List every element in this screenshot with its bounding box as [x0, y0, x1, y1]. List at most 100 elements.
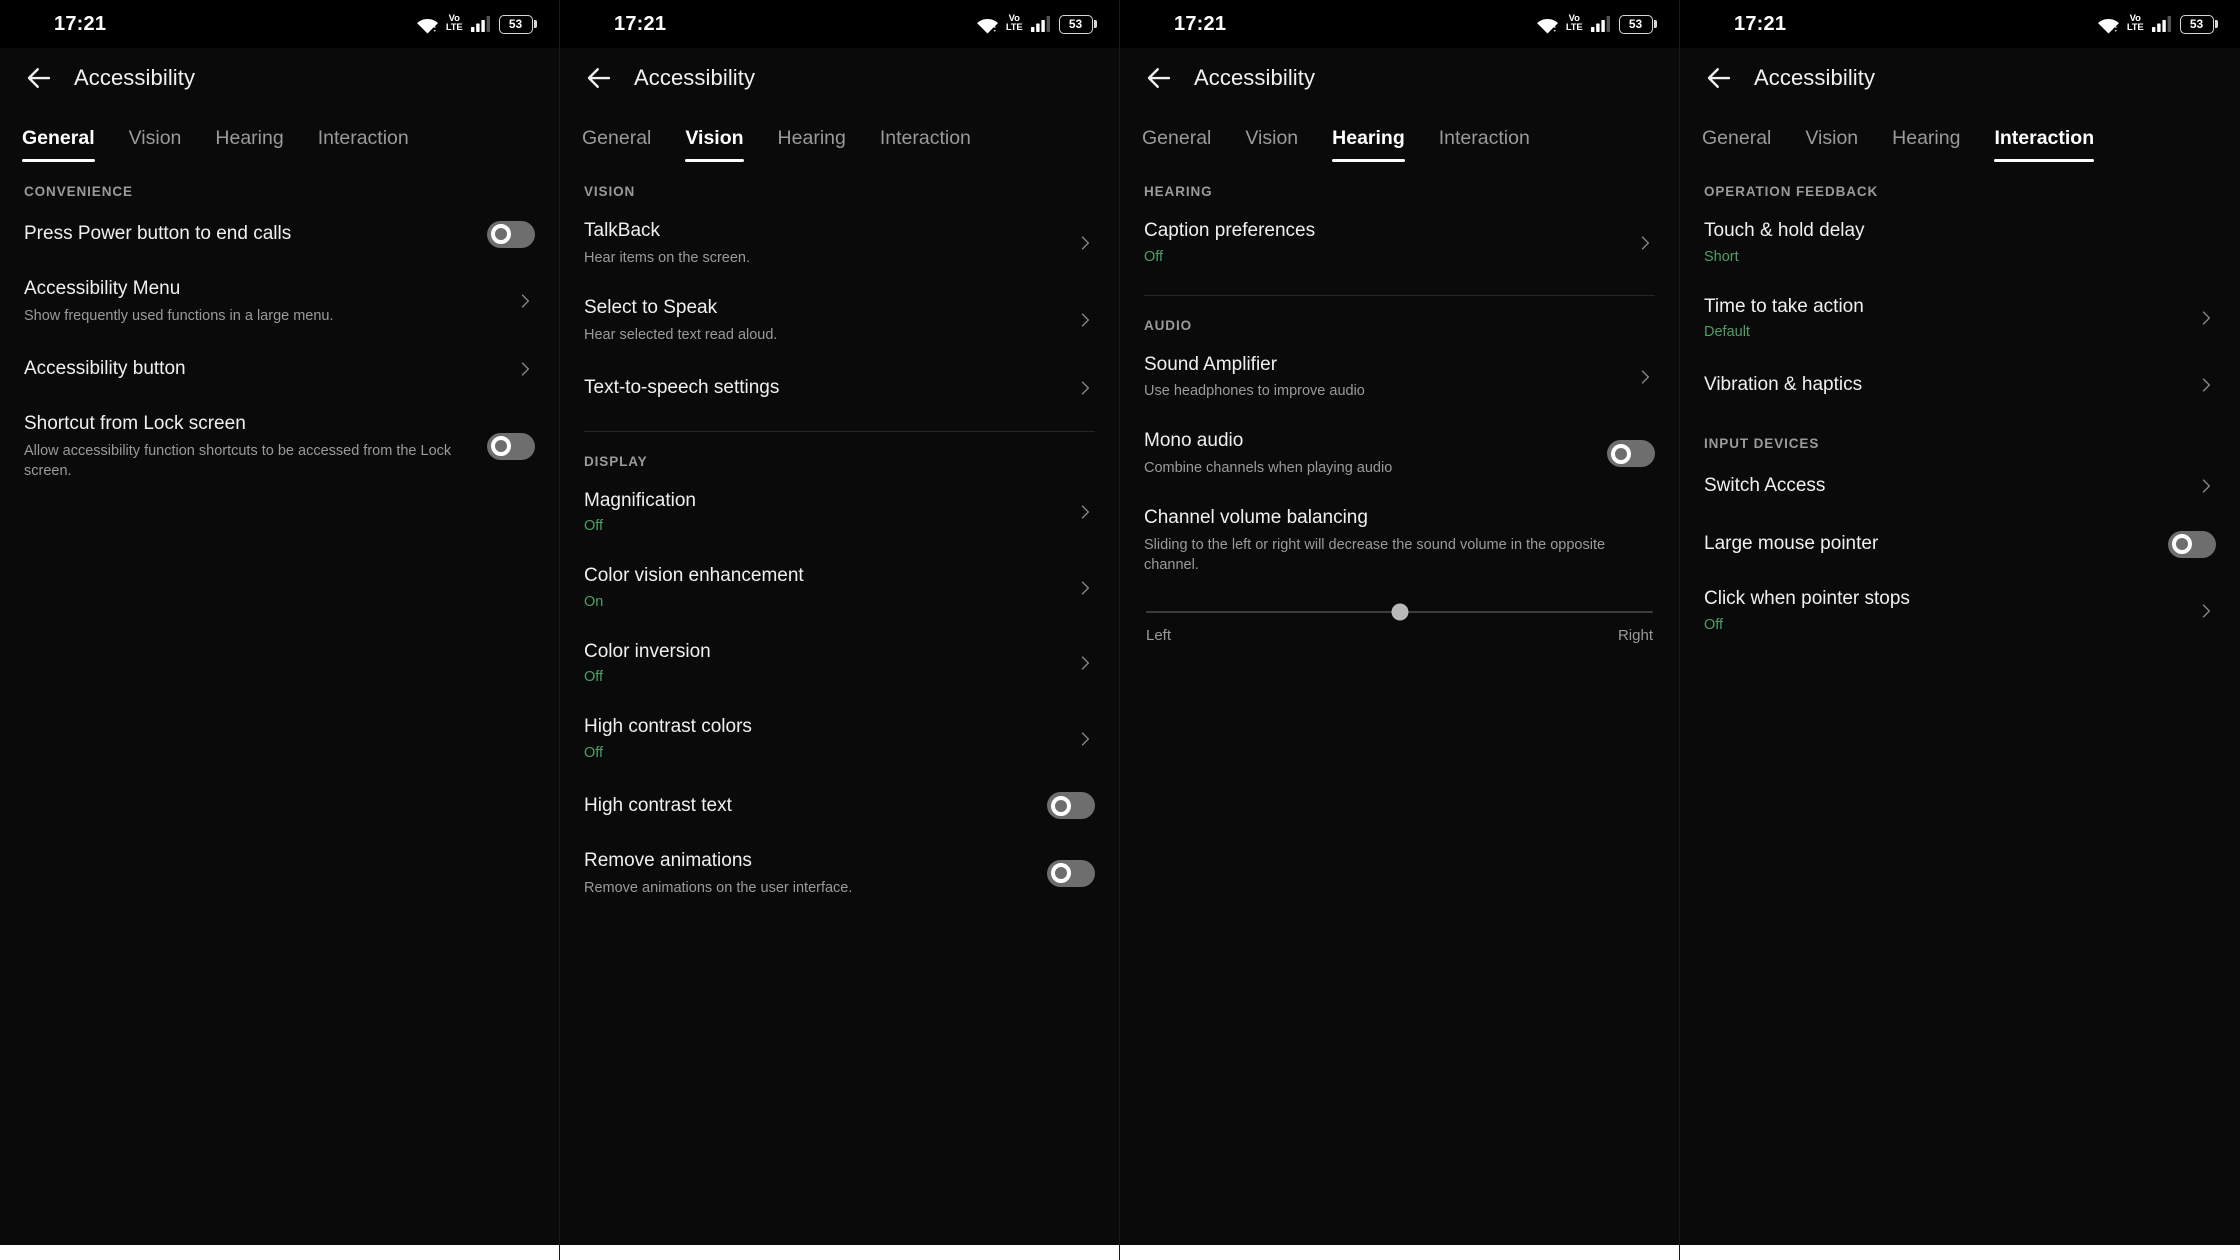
tab-general[interactable]: General	[1702, 127, 1771, 162]
tab-interaction[interactable]: Interaction	[1994, 127, 2094, 162]
volte-icon: Vo LTE	[445, 14, 463, 33]
signal-icon	[470, 16, 490, 32]
toggle-switch[interactable]	[1047, 792, 1095, 820]
back-arrow-icon[interactable]	[584, 63, 614, 93]
battery-percent-label: 53	[2189, 17, 2204, 31]
list-item[interactable]: Channel volume balancing Sliding to the l…	[1142, 492, 1657, 589]
list-item-text: Large mouse pointer	[1704, 532, 2168, 556]
list-item[interactable]: Accessibility Menu Show frequently used f…	[22, 263, 537, 340]
slider-thumb[interactable]	[1391, 603, 1408, 621]
list-item-title: Mono audio	[1144, 430, 1244, 452]
list-item-text: Remove animations Remove animations on th…	[584, 849, 1047, 898]
list-item[interactable]: Color vision enhancement On	[582, 550, 1097, 626]
signal-icon	[2151, 16, 2171, 32]
list-item[interactable]: Time to take action Default	[1702, 281, 2218, 357]
slider-track[interactable]	[1146, 603, 1653, 621]
list-item-text: High contrast text	[584, 794, 1047, 818]
home-indicator-bar	[1680, 1245, 2240, 1260]
list-item[interactable]: Press Power button to end calls	[22, 205, 537, 263]
tab-vision[interactable]: Vision	[685, 127, 744, 162]
home-indicator-bar	[560, 1245, 1119, 1260]
list-item-status-value: Short	[1704, 248, 1739, 265]
list-item[interactable]: High contrast colors Off	[582, 701, 1097, 777]
slider-labels: Left Right	[1146, 627, 1653, 644]
tab-vision[interactable]: Vision	[1805, 127, 1858, 162]
status-bar-icons: Vo LTE 53	[2097, 14, 2218, 34]
list-item[interactable]: Text-to-speech settings	[582, 359, 1097, 417]
tab-interaction[interactable]: Interaction	[318, 127, 409, 162]
back-arrow-icon[interactable]	[1144, 63, 1174, 93]
battery-body: 53	[1618, 14, 1653, 34]
tab-hearing[interactable]: Hearing	[1892, 127, 1960, 162]
list-item[interactable]: Sound Amplifier Use headphones to improve…	[1142, 339, 1657, 416]
list-item[interactable]: Mono audio Combine channels when playing …	[1142, 415, 1657, 492]
volume-balance-slider[interactable]: Left Right	[1142, 589, 1657, 644]
settings-list: HEARING Caption preferences Off AUDIO Sound …	[1120, 162, 1679, 644]
list-item[interactable]: Touch & hold delay Short	[1702, 205, 2218, 281]
tab-hearing[interactable]: Hearing	[1332, 127, 1405, 162]
list-item-text: Caption preferences Off	[1144, 219, 1635, 267]
list-item-title: Accessibility button	[24, 357, 186, 379]
tab-hearing[interactable]: Hearing	[215, 127, 283, 162]
battery-percent-label: 53	[1628, 17, 1643, 31]
volte-line-2: LTE	[1005, 22, 1023, 33]
list-item-subtitle: Hear selected text read aloud.	[584, 326, 778, 343]
list-item[interactable]: Vibration & haptics	[1702, 356, 2218, 414]
status-bar: 17:21 Vo LTE 53	[560, 0, 1119, 48]
list-item-text: Switch Access	[1704, 474, 2196, 498]
list-item[interactable]: Magnification Off	[582, 475, 1097, 551]
tab-interaction[interactable]: Interaction	[1439, 127, 1530, 162]
list-item-title: Remove animations	[584, 849, 752, 871]
tab-general[interactable]: General	[582, 127, 651, 162]
list-item[interactable]: Caption preferences Off	[1142, 205, 1657, 281]
tab-vision[interactable]: Vision	[1245, 127, 1298, 162]
list-item-text: Color inversion Off	[584, 640, 1075, 688]
section-header-vision: VISION	[584, 184, 636, 199]
toggle-switch[interactable]	[487, 432, 535, 460]
list-item-title: Time to take action	[1704, 295, 1864, 317]
tab-general[interactable]: General	[22, 127, 95, 162]
tab-hearing[interactable]: Hearing	[778, 127, 846, 162]
volte-icon: Vo LTE	[2127, 14, 2144, 32]
chevron-right-icon	[1081, 313, 1090, 327]
slider-label-left: Left	[1146, 626, 1172, 644]
list-item[interactable]: Shortcut from Lock screen Allow accessibi…	[22, 398, 537, 495]
list-item-text: Vibration & haptics	[1704, 373, 2196, 397]
list-item[interactable]: Large mouse pointer	[1702, 515, 2218, 573]
tab-interaction[interactable]: Interaction	[880, 127, 971, 162]
list-item-text: TalkBack Hear items on the screen.	[584, 219, 1075, 268]
wifi-icon	[1536, 18, 1558, 34]
list-item[interactable]: Color inversion Off	[582, 626, 1097, 702]
back-arrow-icon[interactable]	[24, 63, 54, 93]
toggle-switch[interactable]	[1047, 859, 1095, 887]
back-arrow-icon[interactable]	[1704, 63, 1734, 93]
list-item[interactable]: TalkBack Hear items on the screen.	[582, 205, 1097, 282]
toggle-switch[interactable]	[2168, 530, 2216, 558]
chevron-right-icon	[2202, 604, 2211, 618]
battery-cap	[1094, 20, 1097, 28]
list-item[interactable]: Select to Speak Hear selected text read a…	[582, 282, 1097, 359]
tab-vision[interactable]: Vision	[129, 127, 182, 162]
list-item[interactable]: Remove animations Remove animations on th…	[582, 835, 1097, 912]
list-item[interactable]: Click when pointer stops Off	[1702, 573, 2218, 649]
tab-general[interactable]: General	[1142, 127, 1211, 162]
toggle-switch[interactable]	[1607, 440, 1655, 468]
chevron-right-icon	[2202, 378, 2211, 392]
list-item-text: Select to Speak Hear selected text read a…	[584, 296, 1075, 345]
app-bar: Accessibility	[0, 52, 559, 104]
status-bar-clock: 17:21	[54, 12, 107, 35]
list-item-status-value: Off	[1704, 616, 1724, 633]
battery-cap	[534, 20, 537, 28]
list-item[interactable]: Switch Access	[1702, 457, 2218, 515]
list-item[interactable]: High contrast text	[582, 777, 1097, 835]
list-item[interactable]: Accessibility button	[22, 340, 537, 398]
chevron-right-icon	[1081, 656, 1090, 671]
battery-icon: 53	[2179, 14, 2218, 34]
list-item-title: Color inversion	[584, 640, 711, 662]
toggle-switch[interactable]	[487, 220, 535, 248]
chevron-right-icon	[1641, 370, 1650, 384]
settings-screen-hearing: 17:21 Vo LTE 53 Accessibility General Vision He…	[1120, 0, 1680, 1260]
volte-line-2: LTE	[445, 22, 463, 33]
section-header-convenience: CONVENIENCE	[24, 184, 133, 199]
status-bar: 17:21 Vo LTE 53	[1120, 0, 1679, 48]
